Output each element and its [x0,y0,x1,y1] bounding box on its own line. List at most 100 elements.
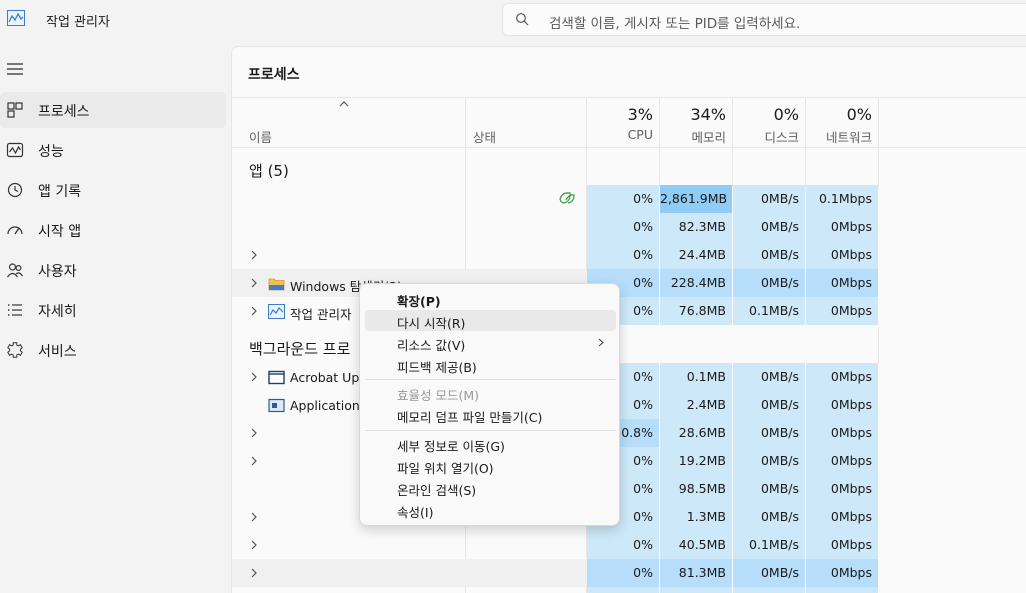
nav-item-users[interactable]: 사용자 [0,252,226,288]
cpu-cell: 0% [587,241,659,269]
menu-item-feedback[interactable]: 피드백 제공(B) [365,354,616,375]
nav-label: 앱 기록 [38,184,82,200]
menu-item-label: 확장(P) [397,294,441,309]
memory-cell: 19.2MB [660,447,732,475]
memory-cell: 2,861.9MB [660,185,732,213]
disk-cell: 0MB/s [733,269,805,297]
menu-separator [365,430,616,431]
menu-item-search-online[interactable]: 온라인 검색(S) [365,477,616,498]
disk-total: 0% [773,105,799,124]
network-cell: 0Mbps [806,297,878,325]
column-header-name[interactable]: 이름 [249,127,272,146]
processes-icon [7,102,23,118]
performance-icon [6,142,24,158]
folder-icon [268,278,285,291]
nav-label: 프로세스 [38,104,90,120]
expand-chevron-icon[interactable] [250,512,258,522]
network-cell: 0Mbps [806,531,878,559]
divider [232,147,1026,148]
network-total: 0% [846,105,872,124]
group-title-apps: 앱 (5) [249,162,289,180]
network-cell: 0Mbps [806,213,878,241]
nav-item-details[interactable]: 자세히 [0,292,226,328]
app-title: 작업 관리자 [46,15,110,30]
menu-item-restart[interactable]: 다시 시작(R) [365,310,616,331]
expand-chevron-icon[interactable] [250,278,258,288]
expand-chevron-icon[interactable] [250,372,258,382]
sort-up-icon[interactable] [339,100,349,107]
network-cell: 0Mbps [806,475,878,503]
menu-item-properties[interactable]: 속성(I) [365,499,616,520]
cpu-cell: 0% [587,531,659,559]
expand-chevron-icon[interactable] [250,540,258,550]
window-app-icon [268,370,285,385]
hamburger-menu-icon[interactable] [6,62,24,76]
disk-cell: 0MB/s [733,503,805,531]
disk-cell: 0MB/s [733,213,805,241]
cpu-cell: 0% [587,185,659,213]
menu-item-resource-values[interactable]: 리소스 값(V) [365,332,616,353]
expand-chevron-icon[interactable] [250,568,258,578]
divider [232,97,1026,98]
nav-label: 성능 [38,144,64,160]
disk-cell: 0MB/s [733,475,805,503]
search-input[interactable]: 검색할 이름, 게시자 또는 PID를 입력하세요. [549,12,800,32]
users-icon [7,263,23,278]
memory-cell: 228.4MB [660,269,732,297]
network-cell: 0Mbps [806,419,878,447]
app-history-icon [7,182,23,198]
search-box[interactable]: 검색할 이름, 게시자 또는 PID를 입력하세요. [502,3,1026,36]
memory-cell: 24.4MB [660,241,732,269]
column-header-cpu[interactable]: CPU [585,127,653,142]
processes-panel: 프로세스 이름 상태 3% CPU 34% 메모리 0% 디스크 0% 네트워크… [231,46,1026,593]
page-title: 프로세스 [248,67,300,83]
column-header-disk[interactable]: 디스크 [731,127,799,146]
memory-cell: 76.8MB [660,297,732,325]
process-name: 작업 관리자 [290,307,352,322]
expand-chevron-icon[interactable] [250,250,258,260]
disk-cell: 0MB/s [733,363,805,391]
expand-chevron-icon[interactable] [250,456,258,466]
menu-item-label: 속성(I) [397,505,434,520]
memory-total: 34% [690,105,726,124]
nav-label: 자세히 [38,304,77,320]
column-header-status[interactable]: 상태 [473,127,496,146]
menu-item-create-dump[interactable]: 메모리 덤프 파일 만들기(C) [365,404,616,425]
menu-item-efficiency-mode: 효율성 모드(M) [365,382,616,403]
column-header-memory[interactable]: 메모리 [658,127,726,146]
expand-chevron-icon[interactable] [250,306,258,316]
column-header-network[interactable]: 네트워크 [804,127,872,146]
nav-label: 시작 앱 [38,224,82,240]
menu-item-label: 다시 시작(R) [397,316,466,331]
nav-label: 사용자 [38,264,77,280]
disk-cell-partial [733,587,805,593]
network-cell: 0Mbps [806,503,878,531]
menu-item-open-file-location[interactable]: 파일 위치 열기(O) [365,455,616,476]
menu-item-go-to-details[interactable]: 세부 정보로 이동(G) [365,433,616,454]
column-divider [878,97,879,187]
process-name: Acrobat Upd [290,370,368,385]
menu-item-label: 리소스 값(V) [397,338,466,353]
memory-cell: 81.3MB [660,559,732,587]
nav-item-performance[interactable]: 성능 [0,132,226,168]
chevron-right-icon [598,338,604,347]
menu-item-expand[interactable]: 확장(P) [365,288,616,309]
row-hover-bg [232,559,587,587]
memory-cell: 1.3MB [660,503,732,531]
memory-cell: 2.4MB [660,391,732,419]
nav-label: 서비스 [38,344,77,360]
expand-chevron-icon[interactable] [250,428,258,438]
disk-cell: 0MB/s [733,419,805,447]
disk-cell: 0MB/s [733,559,805,587]
menu-item-label: 온라인 검색(S) [397,483,477,498]
network-cell: 0.1Mbps [806,185,878,213]
task-manager-icon [7,10,25,26]
nav-item-app-history[interactable]: 앱 기록 [0,172,226,208]
nav-item-startup-apps[interactable]: 시작 앱 [0,212,226,248]
menu-separator [365,379,616,380]
nav-item-processes[interactable]: 프로세스 [0,92,226,128]
context-menu: 확장(P) 다시 시작(R) 리소스 값(V) 피드백 제공(B) 효율성 모드… [359,283,620,526]
memory-cell: 82.3MB [660,213,732,241]
disk-cell: 0MB/s [733,241,805,269]
nav-item-services[interactable]: 서비스 [0,332,226,368]
